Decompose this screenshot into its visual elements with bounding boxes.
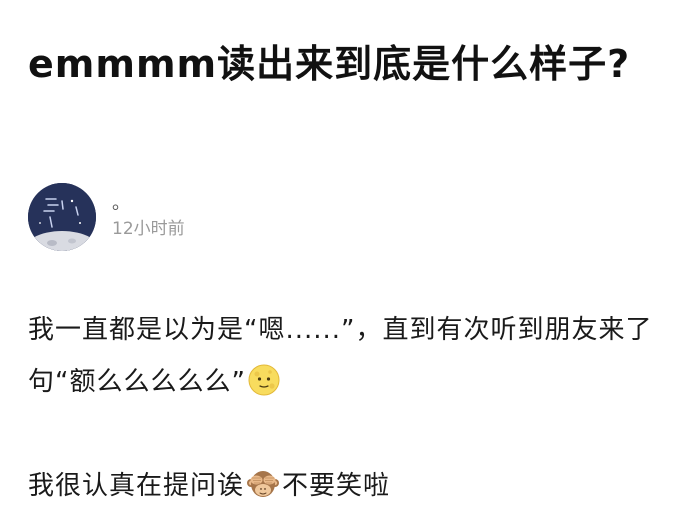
post-timestamp: 12小时前 (112, 219, 185, 239)
question-title[interactable]: emmmm读出来到底是什么样子? (28, 36, 668, 92)
answer-body: 我一直都是以为是“嗯......”，直到有次听到朋友来了句“额么么么么么” 我很… (28, 304, 678, 512)
paragraph-2-text-after: 不要笑啦 (282, 471, 391, 501)
answer-post: emmmm读出来到底是什么样子? 。 12小时前 我一直都是以为是“嗯.....… (0, 0, 690, 514)
see-no-evil-monkey-icon (246, 466, 280, 498)
avatar[interactable] (28, 183, 96, 251)
body-paragraph-2: 我很认真在提问诶 不要笑啦 (28, 460, 678, 512)
full-moon-face-icon (248, 362, 280, 396)
author-row: 。 12小时前 (28, 182, 185, 252)
paragraph-2-text-before: 我很认真在提问诶 (28, 471, 245, 501)
body-paragraph-1: 我一直都是以为是“嗯......”，直到有次听到朋友来了句“额么么么么么” (28, 304, 678, 408)
author-meta: 。 12小时前 (112, 193, 185, 241)
paragraph-1-text: 我一直都是以为是“嗯......”，直到有次听到朋友来了句“额么么么么么” (28, 315, 653, 397)
author-name[interactable]: 。 (112, 193, 185, 215)
avatar-image-icon (28, 183, 96, 251)
